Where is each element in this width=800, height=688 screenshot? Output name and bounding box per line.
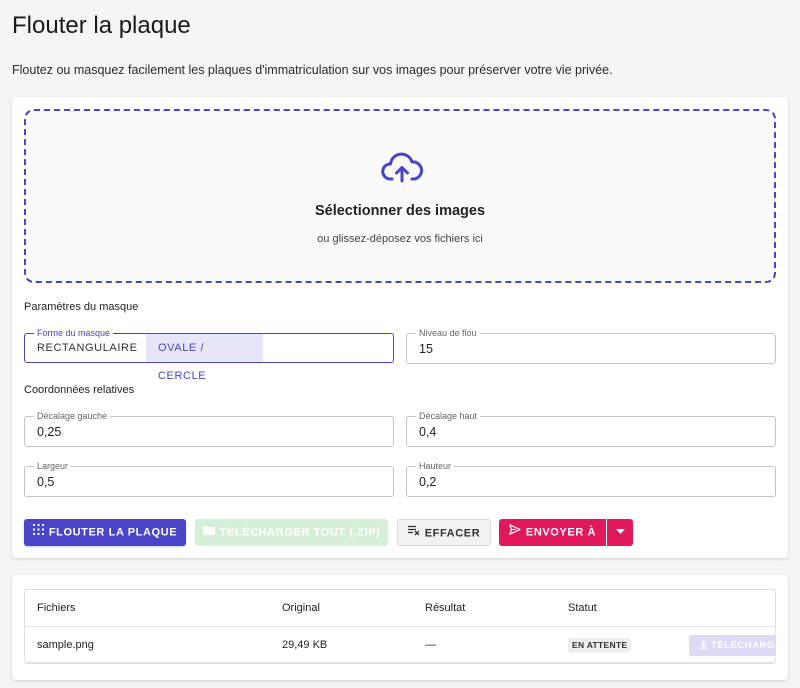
blur-plate-label: FLOUTER LA PLAQUE <box>48 526 178 539</box>
clear-list-icon <box>407 520 420 547</box>
mask-section-label: Paramètres du masque <box>24 301 139 313</box>
folder-zip-icon <box>202 519 215 546</box>
files-table: Fichiers Original Résultat Statut sample… <box>24 589 776 664</box>
send-to-dropdown-button[interactable] <box>607 519 633 546</box>
header-original: Original <box>282 602 320 614</box>
blur-level-label: Niveau de flou <box>416 327 480 339</box>
image-dropzone[interactable]: Sélectionner des images ou glissez-dépos… <box>24 109 776 283</box>
status-badge: EN ATTENTE <box>568 638 632 653</box>
height-field[interactable]: Hauteur 0,2 <box>406 460 776 497</box>
grid-icon <box>32 519 44 546</box>
settings-card: Sélectionner des images ou glissez-dépos… <box>12 97 788 558</box>
width-label: Largeur <box>34 460 72 472</box>
download-file-button[interactable]: TÉLÉCHARGER <box>689 635 775 656</box>
file-name: sample.png <box>37 639 94 651</box>
width-field[interactable]: Largeur 0,5 <box>24 460 394 497</box>
top-offset-field[interactable]: Décalage haut 0,4 <box>406 410 776 447</box>
header-files: Fichiers <box>37 602 76 614</box>
clear-label: EFFACER <box>424 527 481 540</box>
left-offset-field[interactable]: Décalage gauche 0,25 <box>24 410 394 447</box>
height-value: 0,2 <box>419 475 437 489</box>
mask-shape-toggle: Forme du masque RECTANGULAIRE OVALE / CE… <box>24 327 394 382</box>
shape-rectangular-button[interactable]: RECTANGULAIRE <box>25 334 146 362</box>
caret-down-icon <box>615 526 625 538</box>
file-result: — <box>425 639 436 651</box>
files-card: Fichiers Original Résultat Statut sample… <box>12 575 788 680</box>
dropzone-title: Sélectionner des images <box>314 203 486 219</box>
page-subtitle: Floutez ou masquez facilement les plaque… <box>12 63 613 77</box>
cloud-upload-icon <box>381 152 423 183</box>
file-original-size: 29,49 KB <box>282 639 328 651</box>
send-to-label: ENVOYER À <box>525 526 597 539</box>
download-file-label: TÉLÉCHARGER <box>711 640 775 651</box>
height-label: Hauteur <box>416 460 455 472</box>
coords-section-label: Coordonnées relatives <box>24 384 135 396</box>
clear-button[interactable]: EFFACER <box>397 519 491 546</box>
dropzone-subtitle: ou glissez-déposez vos fichiers ici <box>317 233 483 245</box>
download-icon <box>699 640 711 651</box>
shape-oval-button[interactable]: OVALE / CERCLE <box>146 334 263 382</box>
send-to-button[interactable]: ENVOYER À <box>499 519 606 546</box>
send-icon <box>509 519 521 546</box>
blur-level-field[interactable]: Niveau de flou 15 <box>406 327 776 364</box>
page-title: Flouter la plaque <box>12 12 191 39</box>
download-all-label: TÉLÉCHARGER TOUT (.ZIP) <box>219 526 381 539</box>
header-divider <box>25 626 775 627</box>
top-offset-value: 0,4 <box>419 425 437 439</box>
header-status: Statut <box>568 602 597 614</box>
table-bottom-border <box>25 662 775 663</box>
blur-level-value: 15 <box>419 342 433 356</box>
left-offset-label: Décalage gauche <box>34 410 111 422</box>
download-all-button[interactable]: TÉLÉCHARGER TOUT (.ZIP) <box>195 519 388 546</box>
top-offset-label: Décalage haut <box>416 410 481 422</box>
header-result: Résultat <box>425 602 466 614</box>
blur-plate-button[interactable]: FLOUTER LA PLAQUE <box>24 519 186 546</box>
width-value: 0,5 <box>37 475 55 489</box>
left-offset-value: 0,25 <box>37 425 62 439</box>
